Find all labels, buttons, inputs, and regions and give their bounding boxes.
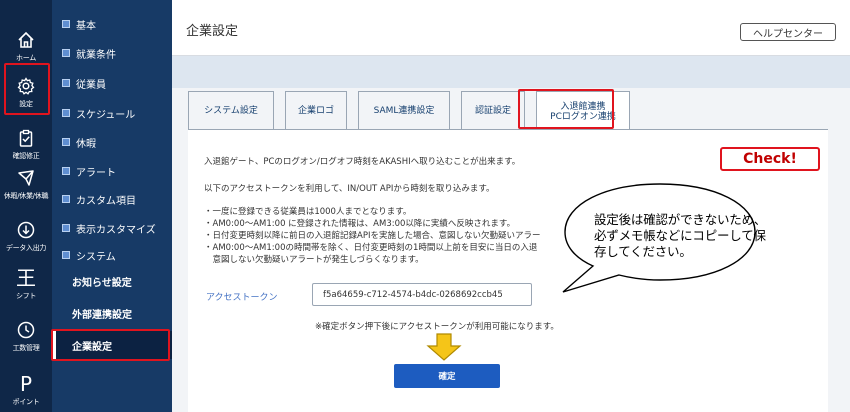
menu-item-employees[interactable]: 従業員 — [52, 73, 172, 93]
menu-item-schedule[interactable]: スケジュール — [52, 103, 172, 123]
note-line: 意図しない欠勤疑いアラートが発生しづらくなります。 — [204, 255, 424, 265]
note-line: ・日付変更時刻以降に前日の入退館記録APIを実施した場合、意図しない欠勤疑いアラ… — [204, 231, 541, 241]
tab-label-line1: 入退館連携 — [560, 101, 606, 112]
square-bullet-icon — [62, 224, 70, 232]
square-bullet-icon — [62, 20, 70, 28]
rail-label: データ入出力 — [5, 243, 47, 252]
menu-active-bg — [52, 331, 172, 359]
rail-item-leave[interactable]: 休暇/休業/休職 — [0, 158, 52, 210]
help-center-button[interactable]: ヘルプセンター — [740, 23, 836, 41]
menu-sub-company[interactable]: 企業設定 — [72, 335, 112, 355]
rail-item-data-io[interactable]: データ入出力 — [0, 210, 52, 262]
menu-item-work-rules[interactable]: 就業条件 — [52, 43, 172, 63]
square-bullet-icon — [62, 251, 70, 259]
token-hint: ※確定ボタン押下後にアクセストークンが利用可能になります。 — [315, 322, 559, 332]
points-glyph: P — [19, 371, 33, 396]
home-icon — [18, 31, 34, 48]
menu-item-system[interactable]: システム — [52, 245, 172, 265]
clipboard-icon — [19, 129, 33, 147]
menu-item-basic[interactable]: 基本 — [52, 14, 172, 34]
page-title: 企業設定 — [186, 24, 239, 39]
tab-gate-pc-logon[interactable]: 入退館連携 PCログオン連携 — [536, 91, 630, 131]
menu-item-alerts[interactable]: アラート — [52, 161, 172, 181]
menu-sub-external[interactable]: 外部連携設定 — [72, 303, 132, 323]
rail-label: 設定 — [19, 99, 33, 108]
menu-item-label: 基本 — [76, 20, 96, 32]
square-bullet-icon — [62, 79, 70, 87]
callout-text: 設定後は確認ができないため、必ずメモ帳などにコピーして保存してください。 — [594, 212, 767, 259]
menu-item-label: 休暇 — [76, 138, 96, 150]
tab-company-logo[interactable]: 企業ロゴ — [285, 91, 347, 129]
tab-system-settings[interactable]: システム設定 — [188, 91, 274, 129]
rail-label: ポイント — [12, 397, 40, 406]
square-bullet-icon — [62, 138, 70, 146]
icon-rail: ホーム 設定 確認修正 休暇/休業/休職 データ入出力 王 シフト 工数管理 P… — [0, 0, 52, 412]
note-line: ・AM0:00～AM1:00の時間帯を除く、日付変更時刻の1時間以上前を目安に当… — [204, 243, 538, 253]
note-line: ・AM0:00～AM1:00 に登録された情報は、AM3:00以降に実績へ反映さ… — [204, 219, 516, 229]
rail-label: 休暇/休業/休職 — [3, 191, 49, 200]
rail-item-effort[interactable]: 工数管理 — [0, 310, 52, 362]
menu-item-label: スケジュール — [76, 109, 136, 121]
rail-item-shift[interactable]: 王 シフト — [0, 258, 52, 310]
menu-active-indicator — [52, 331, 56, 359]
square-bullet-icon — [62, 109, 70, 117]
rail-item-settings[interactable]: 設定 — [0, 66, 52, 118]
note-line: ・一度に登録できる従業員は1000人までとなります。 — [204, 207, 412, 217]
rail-label: シフト — [15, 291, 37, 300]
tab-saml[interactable]: SAML連携設定 — [358, 91, 450, 129]
rail-item-points[interactable]: P ポイント — [0, 364, 52, 412]
gear-icon — [17, 76, 35, 95]
confirm-button[interactable]: 確定 — [394, 364, 500, 388]
rail-label: 工数管理 — [12, 343, 40, 352]
intro-text: 入退館ゲート、PCのログオン/ログオフ時刻をAKASHIへ取り込むことが出来ます… — [204, 157, 521, 167]
check-badge: Check! — [720, 147, 820, 171]
square-bullet-icon — [62, 195, 70, 203]
plane-icon — [18, 169, 34, 186]
tab-auth[interactable]: 認証設定 — [461, 91, 525, 129]
download-icon — [17, 221, 35, 238]
square-bullet-icon — [62, 49, 70, 57]
menu-item-leave[interactable]: 休暇 — [52, 132, 172, 152]
menu-item-label: アラート — [76, 167, 116, 179]
intro-text-2: 以下のアクセストークンを利用して、IN/OUT APIから時刻を取り込みます。 — [204, 184, 495, 194]
menu-item-label: 表示カスタマイズ — [76, 224, 156, 236]
down-arrow-icon — [426, 333, 462, 361]
menu-item-label: 従業員 — [76, 79, 106, 91]
rail-item-home[interactable]: ホーム — [0, 20, 52, 72]
header-band — [172, 56, 850, 88]
tab-label-line2: PCログオン連携 — [550, 111, 616, 122]
rail-label: ホーム — [16, 53, 36, 62]
menu-item-label: カスタム項目 — [76, 195, 136, 207]
clock-icon — [17, 321, 35, 338]
access-token-field[interactable]: f5a64659-c712-4574-b4dc-0268692ccb45 — [312, 283, 532, 306]
access-token-label: アクセストークン — [206, 293, 278, 303]
page-header: 企業設定 ヘルプセンター — [172, 0, 850, 56]
shift-glyph: 王 — [16, 265, 36, 290]
square-bullet-icon — [62, 167, 70, 175]
menu-item-display-custom[interactable]: 表示カスタマイズ — [52, 218, 172, 238]
menu-item-label: システム — [76, 251, 116, 263]
settings-menu: 基本 就業条件 従業員 スケジュール 休暇 アラート カスタム項目 表示カスタマ… — [52, 0, 172, 412]
menu-item-label: 就業条件 — [76, 49, 116, 61]
menu-item-custom-fields[interactable]: カスタム項目 — [52, 189, 172, 209]
menu-sub-notices[interactable]: お知らせ設定 — [72, 271, 132, 291]
